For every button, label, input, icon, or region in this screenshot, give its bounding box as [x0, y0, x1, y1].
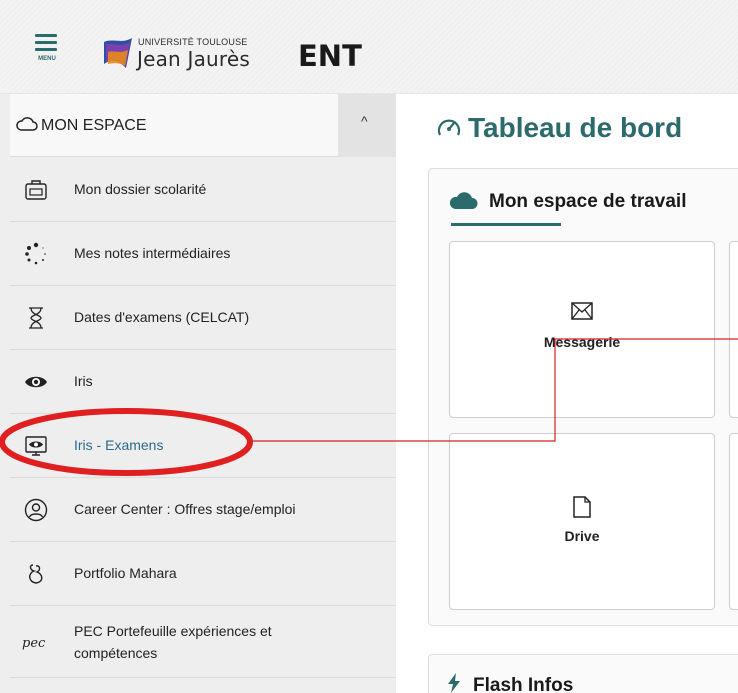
sidebar-item-pec[interactable]: pec PEC Portefeuille expériences et comp… — [10, 606, 396, 678]
mahara-icon — [29, 564, 43, 584]
sidebar: MON ESPACE ^ Mon dossier scolarité Mes n… — [0, 94, 396, 693]
sidebar-item-dates-examens[interactable]: Dates d'examens (CELCAT) — [10, 286, 396, 350]
hamburger-bar — [35, 41, 57, 44]
chevron-up-icon: ^ — [361, 113, 368, 129]
hamburger-bar — [35, 48, 57, 51]
sidebar-item-label: Iris - Examens — [74, 437, 164, 453]
section-title: MON ESPACE — [41, 117, 147, 134]
sidebar-item-label: Portfolio Mahara — [74, 565, 177, 581]
sidebar-item-label: Iris — [74, 373, 93, 389]
logo-university-top: UNIVERSITÉ TOULOUSE — [138, 37, 248, 47]
menu-label: MENU — [38, 56, 56, 62]
dashboard-gauge-icon — [437, 119, 461, 136]
page-title: Tableau de bord — [468, 112, 683, 143]
menu-button[interactable]: MENU — [32, 34, 62, 68]
tile-label: Drive — [564, 528, 600, 544]
file-icon — [573, 496, 591, 518]
tile-messagerie[interactable]: Messagerie — [449, 241, 715, 418]
logo-mark-icon — [104, 38, 132, 68]
title-underline — [451, 223, 561, 226]
eye-screen-icon — [25, 436, 47, 456]
sidebar-item-dossier-scolarite[interactable]: Mon dossier scolarité — [10, 158, 396, 222]
eye-icon — [25, 376, 47, 388]
tile-label: Messagerie — [543, 334, 621, 350]
sidebar-item-label: Career Center : Offres stage/emploi — [74, 501, 296, 517]
hamburger-icon — [35, 34, 57, 37]
sidebar-item-iris[interactable]: Iris — [10, 350, 396, 414]
logo-university-name: Jean Jaurès — [137, 47, 251, 71]
sidebar-item-label: PEC Portefeuille expériences et compéten… — [74, 623, 272, 661]
envelope-icon — [571, 302, 593, 320]
workspace-panel: Mon espace de travail Messagerie Drive — [428, 168, 738, 626]
sidebar-item-label: Dates d'examens (CELCAT) — [74, 309, 250, 325]
tile-right-top[interactable] — [729, 241, 738, 418]
sidebar-item-portfolio-mahara[interactable]: Portfolio Mahara — [10, 542, 396, 606]
sidebar-item-career-center[interactable]: Career Center : Offres stage/emploi — [10, 478, 396, 542]
university-logo[interactable]: UNIVERSITÉ TOULOUSE Jean Jaurès — [102, 34, 292, 74]
sidebar-item-label: Mon dossier scolarité — [74, 181, 207, 197]
section-header-mon-espace[interactable]: MON ESPACE ^ — [10, 94, 396, 157]
tile-drive[interactable]: Drive — [449, 433, 715, 610]
spinner-icon — [25, 242, 46, 265]
tile-right-bottom[interactable] — [729, 433, 738, 610]
lightning-icon — [448, 673, 460, 693]
flash-infos-panel: Flash Infos — [428, 654, 738, 693]
briefcase-icon — [25, 180, 47, 200]
sidebar-item-notes[interactable]: Mes notes intermédiaires — [10, 222, 396, 286]
cloud-icon — [449, 192, 478, 209]
app-name: ENT — [298, 39, 362, 73]
sidebar-item-iris-examens[interactable]: Iris - Examens — [10, 414, 396, 478]
top-header: MENU UNIVERSITÉ TOULOUSE Jean Jaurès ENT — [0, 0, 738, 94]
hourglass-icon — [29, 307, 43, 329]
pec-icon: pec — [22, 636, 46, 651]
flash-title: Flash Infos — [473, 675, 574, 693]
sidebar-item-label: Mes notes intermédiaires — [74, 245, 231, 261]
workspace-title: Mon espace de travail — [489, 191, 687, 212]
collapse-button[interactable]: ^ — [338, 94, 396, 157]
main-content: Tableau de bord Mon espace de travail Me… — [396, 94, 738, 693]
cloud-icon — [16, 117, 38, 131]
user-circle-icon — [24, 498, 48, 522]
